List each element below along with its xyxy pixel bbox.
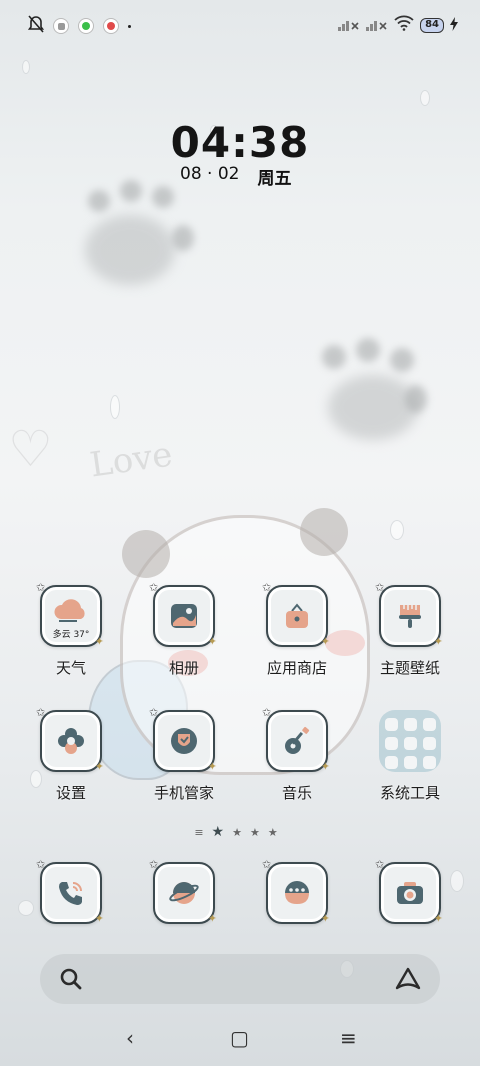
search-bar[interactable] xyxy=(40,954,440,1004)
gallery-icon: ✩ ✦ xyxy=(149,581,217,648)
recents-button[interactable]: ≡ xyxy=(340,1026,357,1050)
app-label: 设置 xyxy=(55,784,86,802)
security-shield-icon: ✩ ✦ xyxy=(149,706,217,773)
wifi-icon xyxy=(394,15,414,35)
search-icon[interactable] xyxy=(58,966,84,996)
app-weather[interactable]: ✩ ✦ 多云 37° 天气 xyxy=(16,581,126,678)
weekday-text: 周五 xyxy=(257,169,292,189)
app-security[interactable]: ✩ ✦ 手机管家 xyxy=(129,706,239,803)
dock-messages[interactable]: ✩ ✦ xyxy=(242,858,352,925)
app-label: 天气 xyxy=(55,659,86,677)
dock-browser[interactable]: ✩ ✦ xyxy=(129,858,239,925)
dock-phone[interactable]: ✩ ✦ xyxy=(16,858,126,925)
app-notification-icon xyxy=(53,18,69,34)
navigation-bar: ‹ ▢ ≡ xyxy=(0,1020,480,1060)
app-store-bag-icon: ✩ ✦ xyxy=(262,581,330,648)
app-label: 主题壁纸 xyxy=(379,659,440,677)
dock-camera[interactable]: ✩ ✦ xyxy=(355,858,465,925)
weather-summary: 多云 37° xyxy=(52,630,90,640)
signal-no-service-icon xyxy=(366,16,388,35)
battery-icon: 84 xyxy=(420,17,444,33)
mute-bell-icon xyxy=(27,15,45,37)
date-text: 08 · 02 xyxy=(180,164,240,184)
app-label: 相册 xyxy=(168,659,199,677)
phone-icon: ✩ ✦ xyxy=(36,858,104,925)
back-button[interactable]: ‹ xyxy=(126,1026,134,1050)
camera-icon: ✩ ✦ xyxy=(375,858,443,925)
app-store[interactable]: ✩ ✦ 应用商店 xyxy=(242,581,352,678)
more-notifications-dot xyxy=(128,24,131,28)
app-music[interactable]: ✩ ✦ 音乐 xyxy=(242,706,352,803)
browser-planet-icon: ✩ ✦ xyxy=(149,858,217,925)
charging-icon xyxy=(450,16,458,35)
messages-icon: ✩ ✦ xyxy=(262,858,330,925)
app-settings[interactable]: ✩ ✦ 设置 xyxy=(16,706,126,803)
clock-date: 08 · 02 周五 xyxy=(180,164,291,189)
folder-icon xyxy=(379,710,441,772)
assistant-icon[interactable] xyxy=(394,966,422,996)
app-themes[interactable]: ✩ ✦ 主题壁纸 xyxy=(355,581,465,678)
guitar-icon: ✩ ✦ xyxy=(262,706,330,773)
page-indicator[interactable]: ≡★★★★ xyxy=(0,824,480,840)
home-button[interactable]: ▢ xyxy=(230,1026,249,1050)
app-system-tools-folder[interactable]: 系统工具 xyxy=(355,710,465,803)
app-gallery[interactable]: ✩ ✦ 相册 xyxy=(129,581,239,678)
signal-no-service-icon xyxy=(338,16,360,35)
status-bar: 84 xyxy=(0,0,480,50)
app-label: 应用商店 xyxy=(266,659,327,677)
settings-flower-icon: ✩ ✦ xyxy=(36,706,104,773)
clock-time[interactable]: 04:38 xyxy=(0,118,480,167)
app-label: 系统工具 xyxy=(379,784,440,802)
green-app-icon xyxy=(78,18,94,34)
theme-brush-icon: ✩ ✦ xyxy=(375,581,443,648)
app-label: 音乐 xyxy=(281,784,312,802)
app-label: 手机管家 xyxy=(153,784,214,802)
weather-cloud-icon: ✩ ✦ 多云 37° xyxy=(36,581,104,648)
red-app-icon xyxy=(103,18,119,34)
